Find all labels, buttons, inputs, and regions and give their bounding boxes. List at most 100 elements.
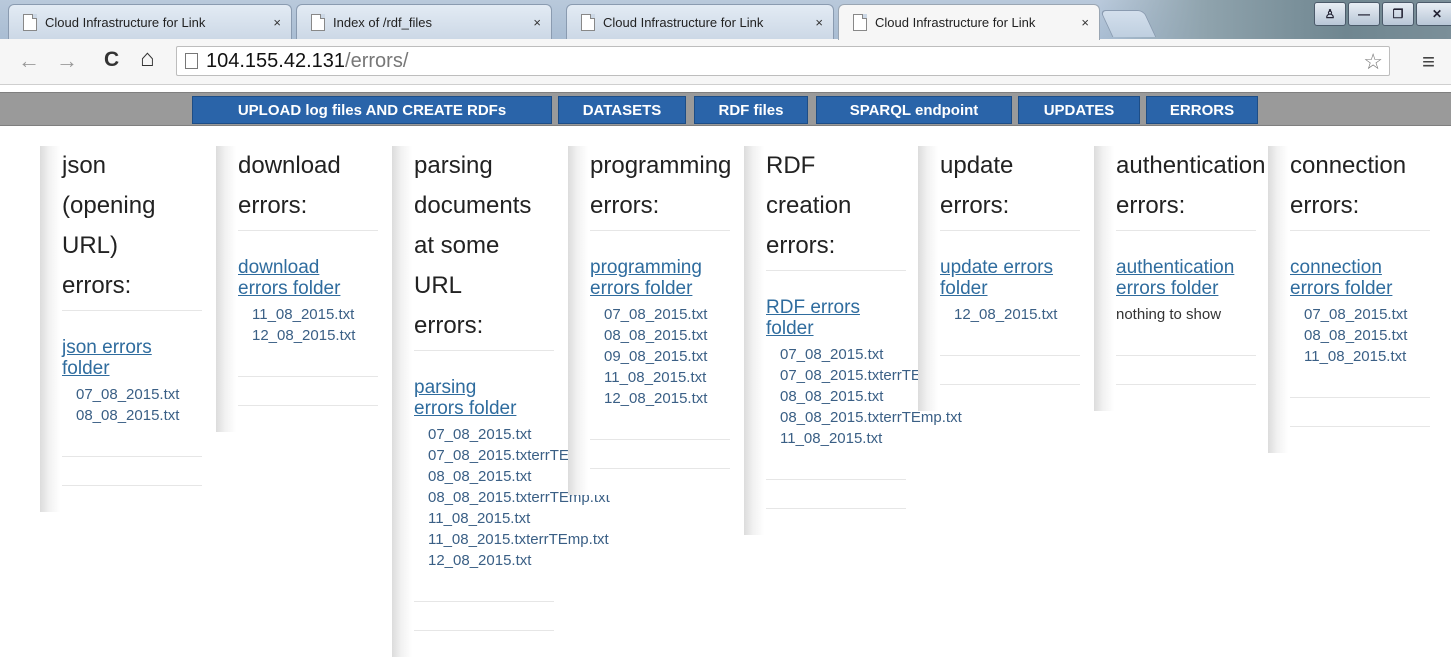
folder-link-line[interactable]: errors folder <box>590 278 740 299</box>
nav-datasets[interactable]: DATASETS <box>558 96 686 124</box>
folder-link[interactable]: parsing errors folder <box>414 377 564 419</box>
nav-updates[interactable]: UPDATES <box>1018 96 1140 124</box>
error-column: update errors: update errors folder 12_08_20… <box>918 146 1093 411</box>
close-window-icon[interactable]: ✕ <box>1416 2 1451 26</box>
file-link[interactable]: 08_08_2015.txt <box>62 405 215 426</box>
file-link[interactable]: 07_08_2015.txterrTEmp.txt <box>766 365 962 386</box>
folder-link-line[interactable]: download <box>238 257 388 278</box>
divider <box>238 376 378 377</box>
heading-line: URL) <box>62 232 119 259</box>
nav-upload-log-files[interactable]: UPLOAD log files AND CREATE RDFs <box>192 96 552 124</box>
file-link[interactable]: 11_08_2015.txt <box>590 367 743 388</box>
maximize-icon[interactable]: ❐ <box>1382 2 1414 26</box>
column-spacer <box>766 509 919 535</box>
file-link[interactable]: 08_08_2015.txterrTEmp.txt <box>766 407 962 428</box>
file-link[interactable]: 11_08_2015.txt <box>414 508 567 529</box>
file-link[interactable]: 07_08_2015.txt <box>766 344 919 365</box>
file-link[interactable]: 12_08_2015.txt <box>940 304 1093 325</box>
folder-link-line[interactable]: errors folder <box>1290 278 1440 299</box>
nav-rdf-files[interactable]: RDF files <box>694 96 808 124</box>
address-bar[interactable]: 104.155.42.131/errors/ ☆ <box>176 46 1390 76</box>
browser-tab-active[interactable]: Cloud Infrastructure for Link × <box>838 4 1100 40</box>
heading-line: errors: <box>414 312 484 339</box>
file-link[interactable]: 11_08_2015.txt <box>766 428 919 449</box>
forward-arrow-icon[interactable]: → <box>56 48 78 74</box>
column-heading: connection errors: <box>1290 146 1440 226</box>
file-link[interactable]: 07_08_2015.txt <box>414 424 567 445</box>
close-tab-icon[interactable]: × <box>273 15 281 30</box>
heading-line: creation <box>766 192 852 219</box>
folder-link-line[interactable]: authentication <box>1116 257 1266 278</box>
heading-line: (opening <box>62 192 156 219</box>
folder-link-line[interactable]: connection <box>1290 257 1440 278</box>
column-spacer <box>1116 385 1269 411</box>
browser-tab-2[interactable]: Index of /rdf_files × <box>296 4 552 39</box>
file-link[interactable]: 08_08_2015.txterrTEmp.txt <box>414 487 610 508</box>
column-heading: json (opening URL) errors: <box>62 146 212 306</box>
close-tab-icon[interactable]: × <box>533 15 541 30</box>
close-tab-icon[interactable]: × <box>1081 15 1089 30</box>
column-spacer <box>62 486 215 512</box>
folder-link-line[interactable]: folder <box>766 318 916 339</box>
browser-tab-1[interactable]: Cloud Infrastructure for Link × <box>8 4 292 39</box>
tab-title: Cloud Infrastructure for Link <box>45 14 206 30</box>
nav-errors[interactable]: ERRORS <box>1146 96 1258 124</box>
file-link[interactable]: 11_08_2015.txt <box>1290 346 1443 367</box>
heading-line: errors: <box>590 192 660 219</box>
file-link[interactable]: 07_08_2015.txterrTEmp.txt <box>414 445 610 466</box>
file-link[interactable]: 12_08_2015.txt <box>414 550 567 571</box>
folder-link[interactable]: update errors folder <box>940 257 1090 299</box>
file-link[interactable]: 07_08_2015.txt <box>62 384 215 405</box>
file-link[interactable]: 08_08_2015.txt <box>590 325 743 346</box>
file-link[interactable]: 08_08_2015.txt <box>766 386 919 407</box>
file-link[interactable]: 09_08_2015.txt <box>590 346 743 367</box>
file-link[interactable]: 12_08_2015.txt <box>238 325 391 346</box>
minimize-icon[interactable]: — <box>1348 2 1380 26</box>
browser-tab-3[interactable]: Cloud Infrastructure for Link × <box>566 4 834 39</box>
folder-link[interactable]: programming errors folder <box>590 257 740 299</box>
heading-line: programming <box>590 152 732 179</box>
heading-line: RDF <box>766 152 816 179</box>
folder-link-line[interactable]: programming <box>590 257 740 278</box>
folder-link-line[interactable]: errors folder <box>414 398 564 419</box>
folder-link-line[interactable]: folder <box>62 358 212 379</box>
divider <box>1290 230 1430 231</box>
nav-sparql-endpoint[interactable]: SPARQL endpoint <box>816 96 1012 124</box>
file-link[interactable]: 07_08_2015.txt <box>1290 304 1443 325</box>
folder-link[interactable]: json errors folder <box>62 337 212 379</box>
close-tab-icon[interactable]: × <box>815 15 823 30</box>
bookmark-star-icon[interactable]: ☆ <box>1363 49 1383 75</box>
divider <box>62 310 202 311</box>
divider <box>1116 355 1256 356</box>
error-column: json (opening URL) errors: json errors folder… <box>40 146 215 512</box>
file-link[interactable]: 11_08_2015.txterrTEmp.txt <box>414 529 609 550</box>
browser-toolbar: ← → C ⌂ 104.155.42.131/errors/ ☆ ≡ <box>0 39 1451 85</box>
divider <box>940 230 1080 231</box>
folder-link-line[interactable]: errors folder <box>1116 278 1266 299</box>
folder-link-line[interactable]: RDF errors <box>766 297 916 318</box>
back-arrow-icon[interactable]: ← <box>18 48 40 74</box>
folder-link[interactable]: connection errors folder <box>1290 257 1440 299</box>
reload-icon[interactable]: C <box>104 48 119 72</box>
folder-link-line[interactable]: folder <box>940 278 1090 299</box>
folder-link-line[interactable]: errors folder <box>238 278 388 299</box>
folder-link[interactable]: RDF errors folder <box>766 297 916 339</box>
site-navigation-bar: UPLOAD log files AND CREATE RDFs DATASET… <box>0 92 1451 126</box>
heading-line: errors: <box>766 232 836 259</box>
file-link[interactable]: 11_08_2015.txt <box>238 304 391 325</box>
folder-link-line[interactable]: parsing <box>414 377 564 398</box>
folder-link-line[interactable]: update errors <box>940 257 1090 278</box>
divider <box>238 230 378 231</box>
divider <box>414 601 554 602</box>
heading-line: parsing <box>414 152 493 179</box>
file-link[interactable]: 07_08_2015.txt <box>590 304 743 325</box>
folder-link[interactable]: download errors folder <box>238 257 388 299</box>
menu-icon[interactable]: ≡ <box>1422 49 1435 75</box>
file-link[interactable]: 08_08_2015.txt <box>414 466 567 487</box>
home-icon[interactable]: ⌂ <box>140 45 155 73</box>
file-link[interactable]: 08_08_2015.txt <box>1290 325 1443 346</box>
folder-link-line[interactable]: json errors <box>62 337 212 358</box>
folder-link[interactable]: authentication errors folder <box>1116 257 1266 299</box>
user-icon[interactable]: ♙ <box>1314 2 1346 26</box>
file-link[interactable]: 12_08_2015.txt <box>590 388 743 409</box>
